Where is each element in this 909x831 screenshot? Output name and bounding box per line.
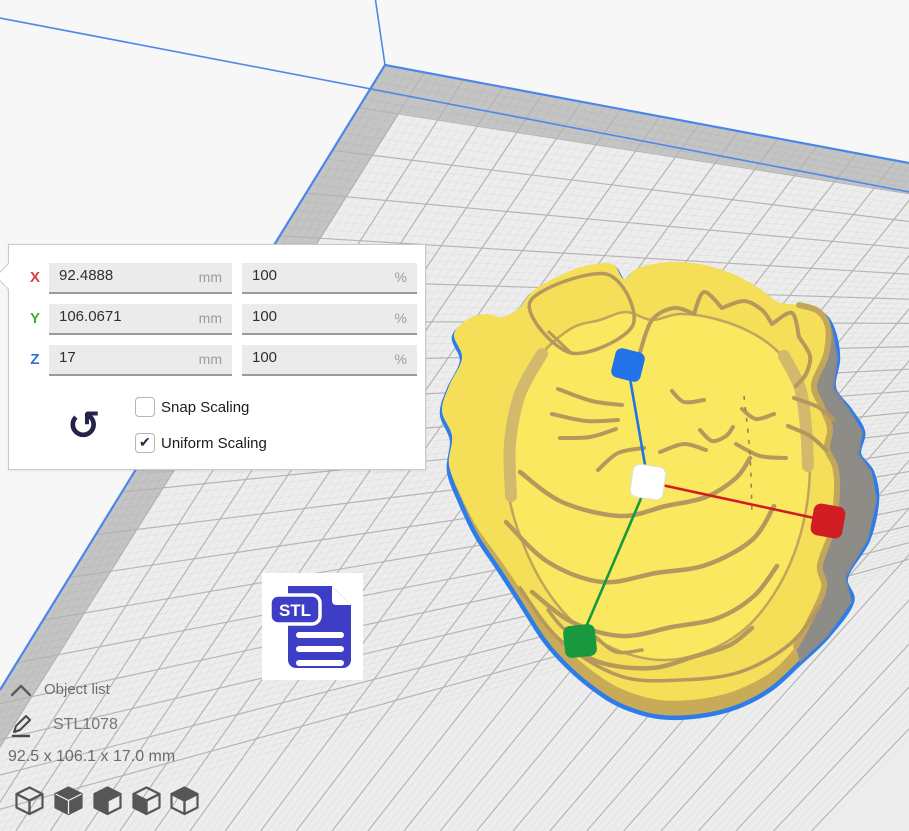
scale-tool-panel: X mm % Y mm % Z mm [8,244,426,470]
document-fold [332,586,351,605]
x-percent-unit: % [395,269,407,285]
z-percent-unit: % [395,351,407,367]
z-size-field[interactable]: mm [49,345,232,376]
doc-line [296,632,344,638]
stl-file-icon[interactable]: STL [262,573,363,680]
snap-scaling-checkbox[interactable] [135,397,155,417]
reset-scale-button[interactable] [65,407,109,455]
view-right-icon[interactable] [168,784,201,817]
x-percent-field[interactable]: % [242,263,417,294]
snap-scaling-label: Snap Scaling [161,399,249,416]
view-left-icon[interactable] [130,784,163,817]
pencil-icon [10,714,34,738]
y-size-field[interactable]: mm [49,304,232,335]
z-size-input[interactable] [59,349,179,366]
uniform-scaling-label: Uniform Scaling [161,435,267,452]
object-name: STL1078 [53,716,118,734]
uniform-scaling-checkbox[interactable] [135,433,155,453]
model-dimensions-label: 92.5 x 106.1 x 17.0 mm [8,748,175,766]
doc-line [296,660,344,666]
scale-handle-center[interactable] [629,463,666,500]
y-size-input[interactable] [59,308,179,325]
x-size-field[interactable]: mm [49,263,232,294]
y-percent-field[interactable]: % [242,304,417,335]
z-size-unit: mm [199,351,222,367]
z-percent-input[interactable] [252,349,372,366]
axis-x-label: X [26,269,44,286]
stl-file-glyph: STL [262,573,363,680]
view-front-icon[interactable] [52,784,85,817]
view-top-icon[interactable] [91,784,124,817]
doc-line [296,646,344,652]
view-orientation-toolbar [13,784,243,820]
axis-y-label: Y [26,310,44,327]
x-size-unit: mm [199,269,222,285]
y-percent-unit: % [395,310,407,326]
y-size-unit: mm [199,310,222,326]
chevron-up-icon [10,684,32,697]
scale-handle-y[interactable] [562,623,597,658]
scale-handle-x[interactable] [809,502,846,539]
object-list-title: Object list [44,681,110,698]
y-percent-input[interactable] [252,308,372,325]
x-percent-input[interactable] [252,267,372,284]
view-3d-icon[interactable] [13,784,46,817]
x-size-input[interactable] [59,267,179,284]
stl-badge-text: STL [279,601,311,620]
z-percent-field[interactable]: % [242,345,417,376]
axis-z-label: Z [26,351,44,368]
viewport-3d[interactable]: X mm % Y mm % Z mm [0,0,909,831]
